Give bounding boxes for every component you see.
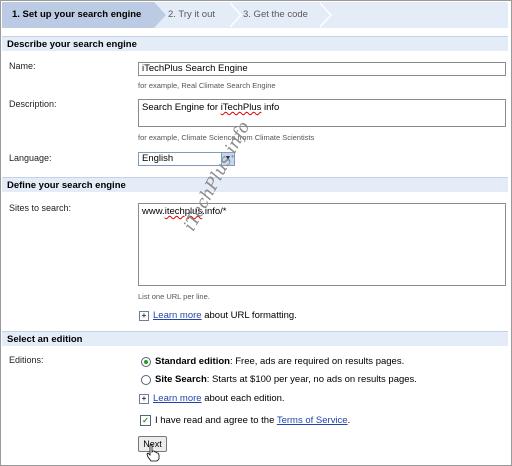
sites-text: www. <box>142 206 165 217</box>
step-code[interactable]: 3. Get the code <box>243 2 323 28</box>
description-text-end: info <box>261 102 280 113</box>
hand-cursor-icon <box>146 444 160 462</box>
sites-label: Sites to search: <box>9 203 72 213</box>
expand-plus-icon[interactable]: + <box>139 394 149 404</box>
editions-label: Editions: <box>9 355 44 365</box>
section-describe-header: Describe your search engine <box>2 36 508 51</box>
section-define-header: Define your search engine <box>2 177 508 192</box>
terms-link[interactable]: Terms of Service <box>277 415 348 426</box>
expand-plus-icon[interactable]: + <box>139 311 149 321</box>
sites-hint: List one URL per line. <box>138 292 210 301</box>
agree-text: I have read and agree to the Terms of Se… <box>155 415 350 426</box>
standard-edition-desc: : Free, ads are required on results page… <box>229 356 405 367</box>
agree-checkbox[interactable]: ✓ <box>140 415 151 426</box>
edition-learn-more: Learn more about each edition. <box>153 393 285 404</box>
site-search-title: Site Search <box>155 374 207 385</box>
wizard-steps: 1. Set up your search engine 2. Try it o… <box>2 2 508 28</box>
standard-edition-radio[interactable] <box>141 357 151 367</box>
description-misspelled: iTechPlus <box>220 102 262 113</box>
site-search-radio[interactable] <box>141 375 151 385</box>
site-search-desc: : Starts at $100 per year, no ads on res… <box>206 374 417 385</box>
standard-edition-option: Standard edition: Free, ads are required… <box>155 356 404 367</box>
site-search-option: Site Search: Starts at $100 per year, no… <box>155 374 417 385</box>
language-selected: English <box>142 153 174 164</box>
url-format-learn-more: Learn more about URL formatting. <box>153 310 297 321</box>
name-field[interactable]: iTechPlus Search Engine <box>138 62 506 76</box>
language-label: Language: <box>9 153 52 163</box>
step-setup[interactable]: 1. Set up your search engine <box>2 2 154 28</box>
step-arrow <box>228 2 240 28</box>
agree-pre: I have read and agree to the <box>155 415 277 426</box>
name-label: Name: <box>9 61 36 71</box>
description-text: Search Engine for <box>142 102 221 113</box>
standard-edition-title: Standard edition <box>155 356 230 367</box>
step-arrow <box>318 2 330 28</box>
agree-post: . <box>347 415 351 426</box>
description-label: Description: <box>9 99 57 109</box>
edition-link[interactable]: Learn more <box>153 393 202 404</box>
url-format-text: about URL formatting. <box>201 310 297 321</box>
section-edition-header: Select an edition <box>2 331 508 346</box>
url-format-link[interactable]: Learn more <box>153 310 202 321</box>
description-field[interactable]: Search Engine for iTechPlus info <box>138 99 506 127</box>
name-hint: for example, Real Climate Search Engine <box>138 81 276 90</box>
edition-text: about each edition. <box>201 393 285 404</box>
step-arrow <box>154 2 166 28</box>
